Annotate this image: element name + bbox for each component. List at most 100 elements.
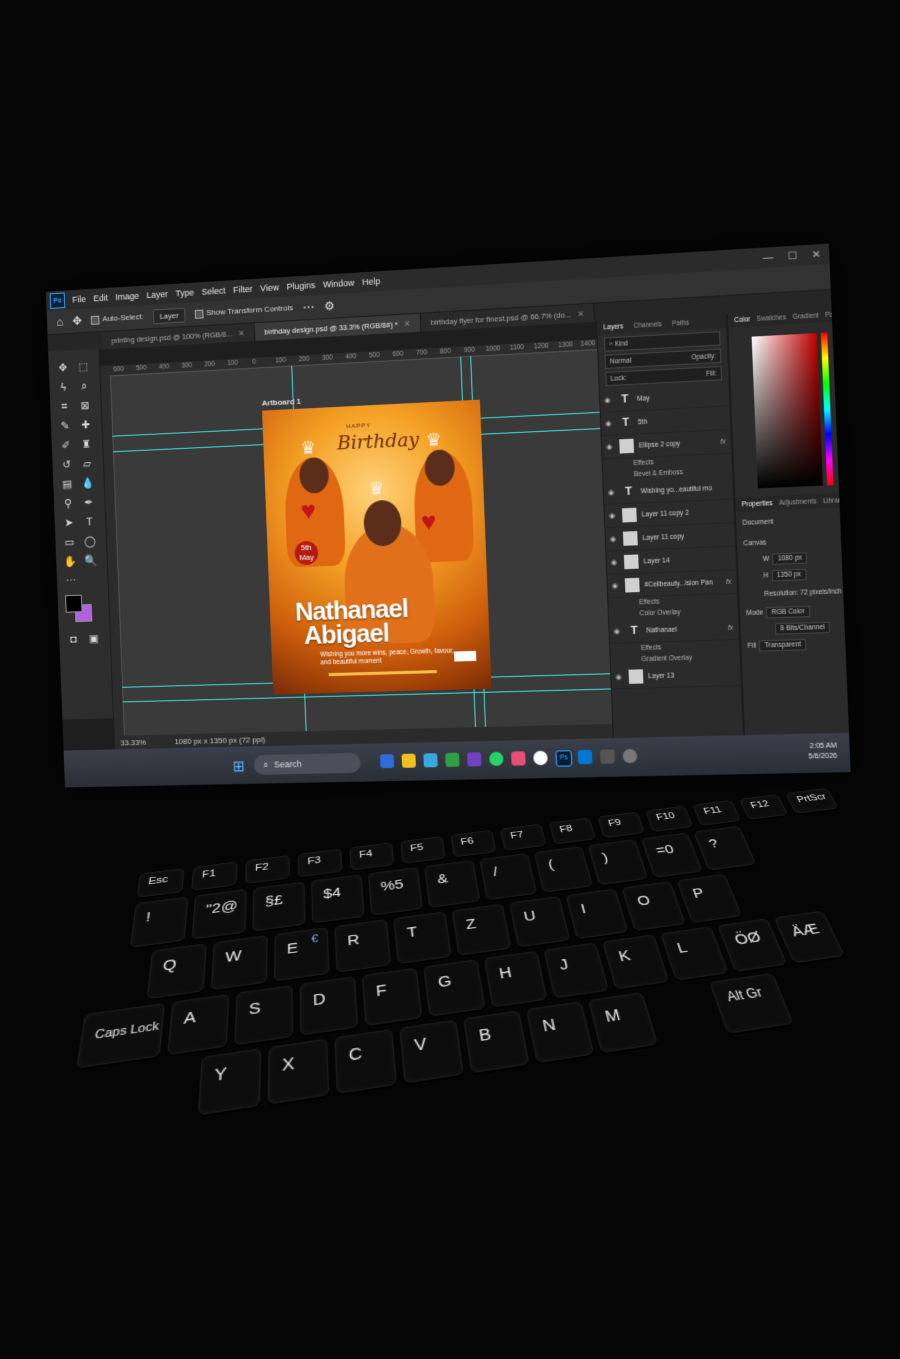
birthday-flyer-artwork[interactable]: ♛ ♛ ♛ ♥ ♥ HAPPY Birthday 5th May Nathana… <box>262 400 491 695</box>
stamp-tool-icon[interactable]: ♜ <box>78 437 95 453</box>
key-q[interactable]: Q <box>146 943 206 999</box>
menu-type[interactable]: Type <box>175 288 194 299</box>
visibility-eye-icon[interactable]: ◉ <box>613 627 622 635</box>
visibility-eye-icon[interactable]: ◉ <box>606 443 614 451</box>
color-picker-field[interactable] <box>752 333 823 488</box>
key-a[interactable]: A <box>167 994 229 1055</box>
fill-label[interactable]: Fill: <box>706 370 717 378</box>
blend-mode-dropdown[interactable]: Normal <box>610 357 632 365</box>
healing-brush-icon[interactable]: ✚ <box>77 417 94 433</box>
key-f9[interactable]: F9 <box>597 812 645 839</box>
key-o[interactable]: O <box>621 881 685 931</box>
settings-icon[interactable]: ⚙ <box>324 299 335 313</box>
minimize-icon[interactable]: — <box>762 252 773 264</box>
transform-controls-checkbox[interactable]: Show Transform Controls <box>195 304 294 319</box>
align-icon[interactable]: ⋯ <box>302 300 314 315</box>
tab-channels[interactable]: Channels <box>633 321 661 330</box>
key-l[interactable]: L <box>660 926 729 980</box>
crop-tool-icon[interactable]: ⌗ <box>56 399 73 415</box>
screen-mode-icon[interactable]: ▣ <box>85 631 102 647</box>
key-3[interactable]: §£ <box>252 882 305 932</box>
canvas-section-label[interactable]: Canvas <box>743 539 766 547</box>
key-p[interactable]: P <box>676 874 742 923</box>
zoom-tool-icon[interactable]: 🔍 <box>82 553 99 569</box>
visibility-eye-icon[interactable]: ◉ <box>610 535 618 543</box>
menu-help[interactable]: Help <box>362 276 381 287</box>
mode-dropdown[interactable]: RGB Color <box>766 606 810 619</box>
file-explorer-icon[interactable] <box>402 754 416 768</box>
taskbar-clock[interactable]: 2:05 AM 5/6/2026 <box>808 741 838 762</box>
windows-start-icon[interactable]: ⊞ <box>232 757 245 775</box>
key-u[interactable]: U <box>509 896 570 947</box>
tab-properties[interactable]: Properties <box>742 500 773 508</box>
key-f1[interactable]: F1 <box>191 862 237 891</box>
gradient-tool-icon[interactable]: ▤ <box>59 476 76 492</box>
layer-effects-icon[interactable]: fx <box>720 438 726 445</box>
tab-color[interactable]: Color <box>734 316 750 324</box>
menu-window[interactable]: Window <box>323 278 355 290</box>
auto-select-checkbox[interactable]: Auto-Select: <box>91 312 144 324</box>
key-x[interactable]: X <box>268 1039 329 1105</box>
photos-icon[interactable] <box>578 750 593 764</box>
key-9[interactable]: ) <box>588 839 649 885</box>
key-4[interactable]: $4 <box>311 874 365 923</box>
key-f4[interactable]: F4 <box>349 842 394 870</box>
visibility-eye-icon[interactable]: ◉ <box>609 512 617 520</box>
key-caps-lock[interactable]: Caps Lock <box>76 1003 165 1069</box>
marquee-tool-icon[interactable]: ⬚ <box>75 359 92 375</box>
hand-tool-icon[interactable]: ✋ <box>62 554 79 570</box>
menu-image[interactable]: Image <box>115 291 139 302</box>
visibility-eye-icon[interactable]: ◉ <box>608 488 616 496</box>
key-f11[interactable]: F11 <box>692 800 741 826</box>
key-n[interactable]: N <box>526 1001 594 1063</box>
layer-effects-icon[interactable]: fx <box>726 578 732 585</box>
app-icon[interactable] <box>511 751 526 765</box>
key-r[interactable]: R <box>334 919 391 973</box>
key-i[interactable]: I <box>566 889 629 940</box>
key-k[interactable]: K <box>602 934 669 989</box>
visibility-eye-icon[interactable]: ◉ <box>604 396 612 405</box>
close-icon[interactable]: ✕ <box>812 249 821 261</box>
key-w[interactable]: W <box>211 935 268 990</box>
key-d[interactable]: D <box>300 976 359 1035</box>
history-brush-icon[interactable]: ↺ <box>58 457 75 473</box>
tab-adjustments[interactable]: Adjustments <box>779 498 817 507</box>
key-1[interactable]: ! <box>130 897 189 948</box>
key-c[interactable]: C <box>334 1029 397 1094</box>
maximize-icon[interactable]: ☐ <box>788 250 798 262</box>
key-question[interactable]: ? <box>693 826 756 871</box>
quick-mask-icon[interactable]: ◘ <box>65 632 82 648</box>
tab-paths[interactable]: Paths <box>672 319 689 327</box>
canvas-area[interactable]: 600 500 400 300 200 100 0 100 200 300 40… <box>100 339 612 736</box>
tab-layers[interactable]: Layers <box>603 323 623 331</box>
home-icon[interactable]: ⌂ <box>56 315 63 329</box>
visibility-eye-icon[interactable]: ◉ <box>615 673 624 681</box>
store-icon[interactable] <box>467 752 482 766</box>
artboard-label[interactable]: Artboard 1 <box>262 397 301 408</box>
move-tool-icon[interactable]: ✥ <box>72 314 82 328</box>
task-view-icon[interactable] <box>380 754 394 768</box>
visibility-eye-icon[interactable]: ◉ <box>611 558 619 566</box>
path-select-icon[interactable]: ➤ <box>60 515 77 531</box>
brush-tool-icon[interactable]: ✐ <box>57 438 74 454</box>
move-tool-icon[interactable]: ✥ <box>54 360 71 376</box>
whatsapp-icon[interactable] <box>489 752 504 766</box>
key-7[interactable]: / <box>479 853 537 900</box>
canvas-width-field[interactable]: 1080 px <box>772 552 807 565</box>
visibility-eye-icon[interactable]: ◉ <box>612 582 620 590</box>
openai-icon[interactable] <box>533 751 548 765</box>
menu-view[interactable]: View <box>260 282 279 293</box>
foreground-color-swatch[interactable] <box>65 595 82 613</box>
key-6[interactable]: & <box>424 860 481 908</box>
key-b[interactable]: B <box>463 1010 529 1073</box>
key-esc[interactable]: Esc <box>137 868 185 898</box>
key-a-umlaut[interactable]: ÄÆ <box>774 911 845 964</box>
key-f2[interactable]: F2 <box>245 855 290 884</box>
key-g[interactable]: G <box>423 959 485 1017</box>
pen-tool-icon[interactable]: ✒ <box>80 495 97 511</box>
key-f12[interactable]: F12 <box>739 794 788 820</box>
key-f10[interactable]: F10 <box>645 806 693 832</box>
photoshop-taskbar-icon[interactable]: Ps <box>555 750 572 767</box>
tab-swatches[interactable]: Swatches <box>757 314 787 323</box>
key-alt-gr[interactable]: Alt Gr <box>709 973 794 1034</box>
